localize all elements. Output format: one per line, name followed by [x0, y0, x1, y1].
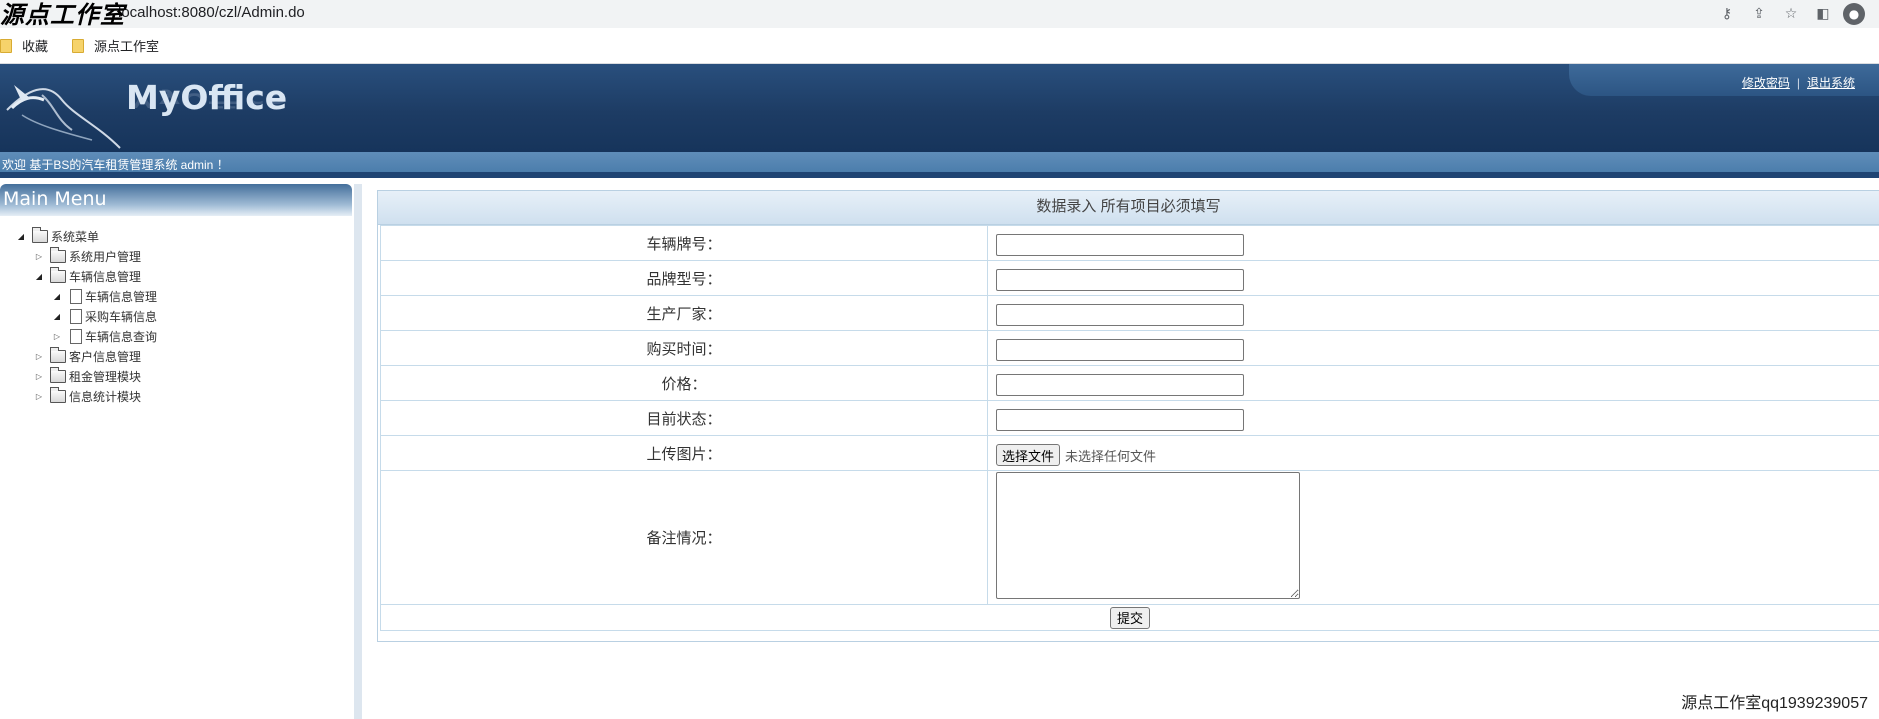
- header-links: 修改密码 | 退出系统: [1742, 74, 1855, 91]
- bookmarks-bar: 收藏 源点工作室: [0, 28, 1879, 64]
- folder-icon: [50, 366, 66, 383]
- expanded-triangle-icon[interactable]: ◢: [34, 272, 44, 281]
- form-row: 目前状态：: [380, 400, 1879, 436]
- folder-icon: [72, 38, 85, 53]
- bookmark-label: 源点工作室: [94, 39, 160, 54]
- tree-item[interactable]: ▷ 车辆信息查询: [0, 326, 354, 346]
- tree-item-label: 车辆信息管理: [69, 269, 142, 284]
- profile-avatar-icon[interactable]: ●: [1843, 3, 1865, 25]
- share-icon[interactable]: ⇪: [1747, 2, 1771, 26]
- collapsed-triangle-icon[interactable]: ▷: [34, 392, 44, 401]
- folder-icon: [50, 266, 66, 283]
- bookmark-studio[interactable]: 源点工作室: [72, 36, 159, 55]
- tree-item[interactable]: ◢ 车辆信息管理: [0, 286, 354, 306]
- tree-item-label: 采购车辆信息: [85, 309, 158, 324]
- field-label: 品牌型号：: [380, 260, 988, 296]
- browser-address-bar: localhost:8080/czl/Admin.do ⚷ ⇪ ☆ ◧ ●: [0, 0, 1879, 28]
- tree-item[interactable]: ◢ 采购车辆信息: [0, 306, 354, 326]
- field-label: 备注情况：: [380, 470, 988, 605]
- collapsed-triangle-icon[interactable]: ▷: [52, 332, 62, 341]
- form-row: 车辆牌号：: [380, 225, 1879, 261]
- expanded-triangle-icon[interactable]: ◢: [52, 292, 62, 301]
- link-divider: |: [1796, 75, 1800, 90]
- expanded-triangle-icon[interactable]: ◢: [52, 312, 62, 321]
- side-panel-icon[interactable]: ◧: [1811, 2, 1835, 26]
- form-row: 购买时间：: [380, 330, 1879, 366]
- bird-logo-icon: [6, 85, 121, 149]
- file-upload: 选择文件 未选择任何文件: [996, 444, 1879, 466]
- tree-item[interactable]: ◢ 车辆信息管理: [0, 266, 354, 286]
- remarks-textarea[interactable]: [996, 472, 1300, 599]
- sidebar: Main Menu ◢ 系统菜单 ▷ 系统用户管理 ◢ 车辆信息管理 ◢ 车辆信息管理 ◢ 采购车…: [0, 184, 362, 719]
- submit-button[interactable]: 提交: [1109, 606, 1150, 629]
- watermark-bottom: 源点工作室qq1939239057: [1681, 695, 1868, 712]
- main-content: 数据录入 所有项目必须填写 车辆牌号： 品牌型号： 生产厂家： 购买时间： 价格…: [377, 190, 1879, 642]
- change-password-link[interactable]: 修改密码: [1742, 74, 1790, 91]
- tree-item-label: 租金管理模块: [69, 369, 142, 384]
- form-row: 备注情况：: [380, 470, 1879, 605]
- tree-item[interactable]: ▷ 租金管理模块: [0, 366, 354, 386]
- field-label: 目前状态：: [380, 400, 988, 436]
- purchase-date-input[interactable]: [996, 339, 1244, 361]
- welcome-message: 欢迎 基于BS的汽车租赁管理系统 admin ！: [0, 152, 1879, 178]
- field-label: 生产厂家：: [380, 295, 988, 331]
- tree-item-label: 系统菜单: [51, 229, 100, 244]
- app-header: MyOffice MyOffice 修改密码 | 退出系统: [0, 64, 1879, 152]
- form-row: 品牌型号：: [380, 260, 1879, 296]
- tree-item[interactable]: ▷ 信息统计模块: [0, 386, 354, 406]
- watermark-top: 源点工作室: [0, 0, 125, 29]
- key-icon[interactable]: ⚷: [1715, 2, 1739, 26]
- choose-file-button[interactable]: 选择文件: [996, 444, 1061, 466]
- collapsed-triangle-icon[interactable]: ▷: [34, 352, 44, 361]
- brand-model-input[interactable]: [996, 269, 1244, 291]
- document-icon: [70, 308, 82, 324]
- tree-item[interactable]: ▷ 客户信息管理: [0, 346, 354, 366]
- bookmark-favorites[interactable]: 收藏: [0, 36, 48, 55]
- form-row: 上传图片： 选择文件 未选择任何文件: [380, 435, 1879, 471]
- field-label: 上传图片：: [380, 435, 988, 471]
- plate-number-input[interactable]: [996, 234, 1244, 256]
- folder-icon: [32, 226, 48, 243]
- current-status-input[interactable]: [996, 409, 1244, 431]
- bookmark-label: 收藏: [22, 39, 49, 54]
- form-row: 价格：: [380, 365, 1879, 401]
- logout-link[interactable]: 退出系统: [1807, 74, 1855, 91]
- tree-item-label: 车辆信息查询: [85, 329, 158, 344]
- form-row: 提交: [380, 604, 1879, 631]
- folder-icon: [50, 346, 66, 363]
- tree-item-label: 系统用户管理: [69, 249, 142, 264]
- form-header: 数据录入 所有项目必须填写: [378, 191, 1879, 225]
- star-icon[interactable]: ☆: [1779, 2, 1803, 26]
- tree-item-label: 车辆信息管理: [85, 289, 158, 304]
- expanded-triangle-icon[interactable]: ◢: [16, 232, 26, 241]
- field-label: 车辆牌号：: [380, 225, 988, 261]
- folder-icon: [50, 246, 66, 263]
- document-icon: [70, 288, 82, 304]
- document-icon: [70, 328, 82, 344]
- tree-item[interactable]: ▷ 系统用户管理: [0, 246, 354, 266]
- app-logo-reflection: MyOffice: [126, 88, 288, 112]
- menu-tree: ◢ 系统菜单 ▷ 系统用户管理 ◢ 车辆信息管理 ◢ 车辆信息管理 ◢ 采购车辆信息 ▷ 车辆信息查询…: [0, 216, 354, 406]
- url-field[interactable]: localhost:8080/czl/Admin.do: [118, 4, 305, 21]
- tree-item[interactable]: ◢ 系统菜单: [0, 226, 354, 246]
- price-input[interactable]: [996, 374, 1244, 396]
- folder-icon: [50, 386, 66, 403]
- tree-item-label: 信息统计模块: [69, 389, 142, 404]
- data-entry-form: 车辆牌号： 品牌型号： 生产厂家： 购买时间： 价格： 目前状态： 上传图片：: [380, 225, 1879, 631]
- manufacturer-input[interactable]: [996, 304, 1244, 326]
- file-status-text: 未选择任何文件: [1065, 448, 1157, 464]
- tree-item-label: 客户信息管理: [69, 349, 142, 364]
- sidebar-title: Main Menu: [0, 184, 352, 216]
- browser-toolbar: ⚷ ⇪ ☆ ◧ ●: [1707, 0, 1879, 28]
- field-label: 购买时间：: [380, 330, 988, 366]
- collapsed-triangle-icon[interactable]: ▷: [34, 252, 44, 261]
- field-label: 价格：: [380, 365, 988, 401]
- form-row: 生产厂家：: [380, 295, 1879, 331]
- collapsed-triangle-icon[interactable]: ▷: [34, 372, 44, 381]
- folder-icon: [0, 38, 12, 53]
